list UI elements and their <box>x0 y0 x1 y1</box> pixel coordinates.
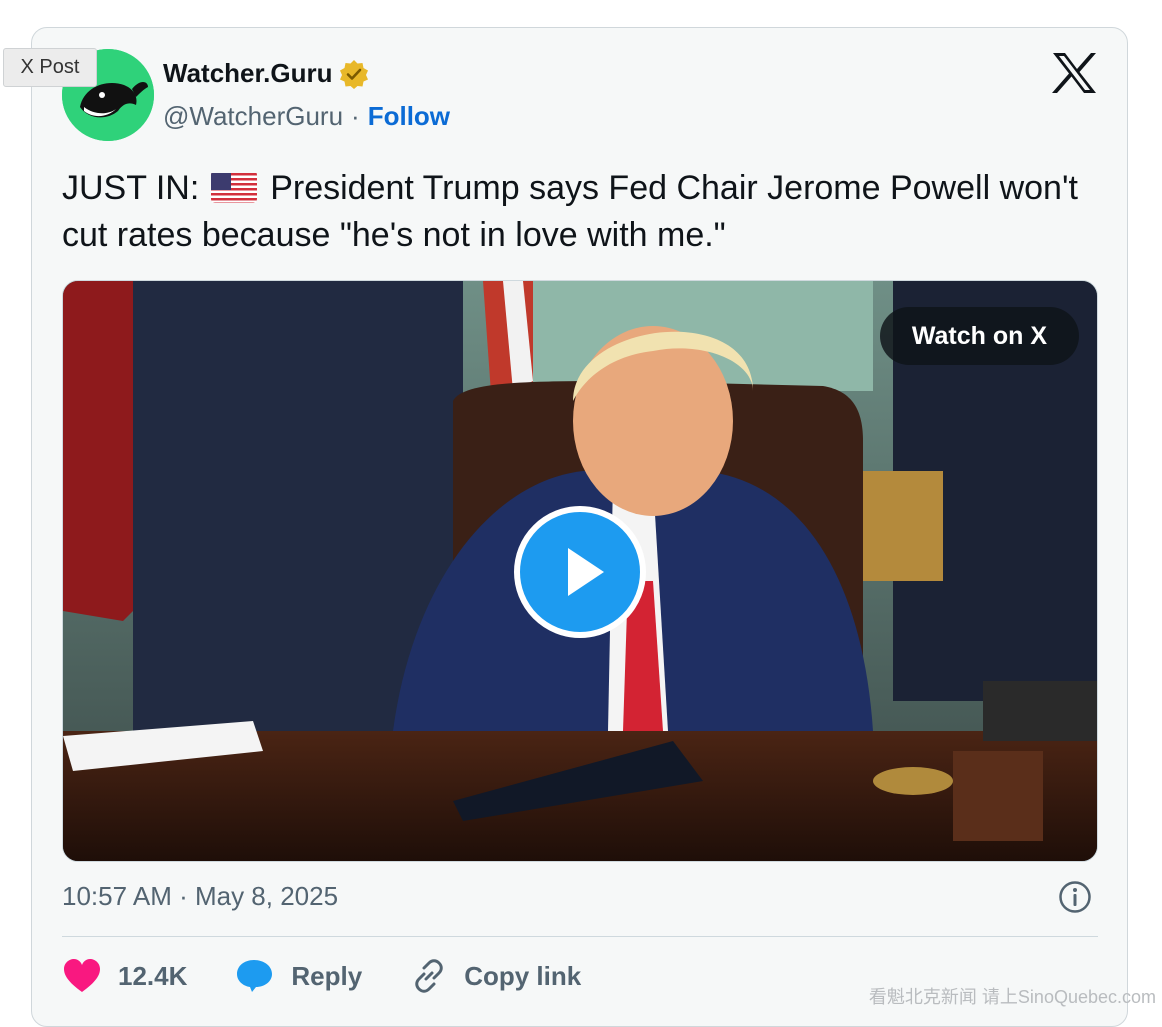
watermark: 看魁北克新闻 请上SinoQuebec.com <box>868 987 1156 1007</box>
action-bar: 12.4K Reply Copy link <box>62 952 629 1000</box>
copy-link-action[interactable]: Copy link <box>410 957 581 995</box>
follow-button[interactable]: Follow <box>368 101 450 132</box>
like-action[interactable]: 12.4K <box>62 958 187 994</box>
post-timestamp[interactable]: 10:57 AM · May 8, 2025 <box>62 881 338 912</box>
author-name[interactable]: Watcher.Guru <box>163 58 333 89</box>
reply-label: Reply <box>291 960 363 991</box>
author-name-row[interactable]: Watcher.Guru <box>163 58 369 89</box>
separator-dot: · <box>351 101 360 131</box>
heart-icon <box>64 959 100 992</box>
author-handle[interactable]: @WatcherGuru <box>163 101 343 132</box>
verified-badge-icon <box>339 59 368 89</box>
info-icon[interactable] <box>1058 880 1092 914</box>
copy-link-label: Copy link <box>464 960 582 991</box>
link-icon <box>415 959 443 993</box>
video-player[interactable]: Watch on X <box>62 280 1098 862</box>
us-flag-icon <box>210 171 257 203</box>
tweet-text-prefix: JUST IN: <box>62 169 200 207</box>
like-count: 12.4K <box>118 960 188 991</box>
reply-action[interactable]: Reply <box>235 958 362 994</box>
play-button[interactable] <box>514 506 646 638</box>
divider <box>62 936 1098 937</box>
x-logo-icon[interactable] <box>1051 52 1097 94</box>
x-post-label: X Post <box>3 48 97 87</box>
handle-row: @WatcherGuru · Follow <box>163 101 450 132</box>
play-icon <box>568 548 604 596</box>
watch-on-x-button[interactable]: Watch on X <box>879 307 1079 365</box>
reply-bubble-icon <box>237 960 273 992</box>
tweet-text: JUST IN: President Trump says Fed Chair … <box>62 165 1102 259</box>
